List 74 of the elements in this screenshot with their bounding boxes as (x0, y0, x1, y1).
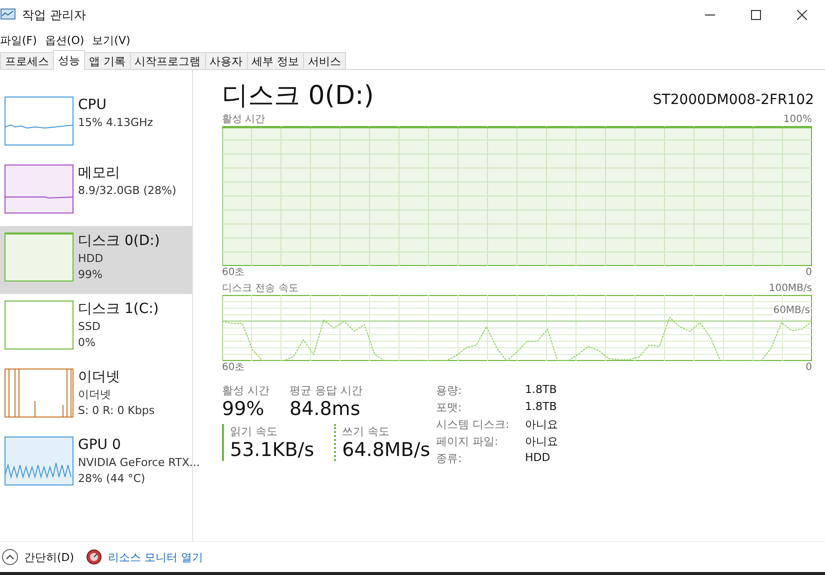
device-detail: HDD (78, 251, 104, 267)
sparkline-icon (4, 96, 74, 146)
tab[interactable]: 사용자 (204, 52, 248, 69)
tab[interactable]: 성능 (53, 50, 85, 70)
chevron-up-icon (2, 549, 18, 565)
sparkline-icon (4, 164, 74, 214)
property-label: 종류: (436, 451, 463, 466)
sidebar-item[interactable]: 이더넷 이더넷 S: 0 R: 0 Kbps (0, 362, 192, 430)
device-detail: S: 0 R: 0 Kbps (78, 403, 155, 419)
sidebar-item[interactable]: 메모리 8.9/32.0GB (28%) (0, 158, 192, 226)
stat-label: 활성 시간 (222, 383, 270, 398)
property-value: 1.8TB (525, 383, 558, 398)
tab[interactable]: 앱 기록 (84, 52, 130, 69)
menu-item[interactable]: 보기(V) (92, 32, 130, 48)
tab[interactable]: 시작프로그램 (130, 52, 206, 69)
device-detail: 99% (78, 267, 104, 283)
sparkline-icon (4, 436, 74, 486)
stat-value: 84.8ms (290, 398, 362, 420)
chart-label: 활성 시간 (222, 113, 266, 126)
stat-value: 64.8MB/s (342, 439, 430, 461)
disk-title: 디스크 0(D:) (222, 80, 374, 113)
collapse-button[interactable]: 간단히(D) (0, 549, 74, 565)
property-label: 페이지 파일: (436, 434, 500, 449)
axis-max-label: 100MB/s (768, 282, 812, 295)
resource-monitor-icon (86, 549, 102, 565)
close-icon (797, 10, 807, 20)
axis-min-label: 0 (806, 266, 812, 279)
property-label: 포맷: (436, 400, 463, 415)
device-detail: SSD (78, 319, 102, 335)
device-detail: 8.9/32.0GB (28%) (78, 183, 176, 199)
device-name: CPU (78, 96, 108, 115)
axis-time-label: 60초 (222, 266, 245, 279)
device-name: 이더넷 (78, 368, 121, 387)
tab[interactable]: 프로세스 (0, 52, 54, 69)
tab[interactable]: 세부 정보 (246, 52, 304, 69)
property-value: 아니요 (525, 434, 558, 449)
app-icon (0, 8, 16, 22)
menu-item[interactable]: 파일(F) (0, 32, 37, 48)
device-name: GPU 0 (78, 436, 122, 455)
sidebar-item[interactable]: 디스크 1(C:) SSD 0% (0, 294, 192, 362)
axis-time-label: 60초 (222, 361, 245, 374)
menu-item[interactable]: 옵션(O) (44, 32, 84, 48)
device-detail: NVIDIA GeForce RTX... (78, 455, 200, 471)
device-name: 디스크 0(D:) (78, 232, 160, 251)
resource-monitor-link[interactable]: 리소스 모니터 열기 (108, 550, 204, 564)
device-detail: 0% (78, 335, 96, 351)
stat-value: 53.1KB/s (230, 439, 314, 461)
stat-value: 99% (222, 398, 266, 420)
sparkline-icon (4, 300, 74, 350)
device-name: 메모리 (78, 164, 121, 183)
device-detail: 28% (44 °C) (78, 471, 146, 487)
maximize-icon (751, 10, 761, 20)
stat-label: 쓰기 속도 (342, 424, 391, 439)
axis-mid-label: 60MB/s (773, 305, 810, 316)
property-value: 아니요 (525, 417, 558, 432)
tab[interactable]: 서비스 (303, 52, 346, 69)
sparkline-icon (4, 368, 74, 418)
disk-model: ST2000DM008-2FR102 (652, 92, 814, 108)
sidebar-item[interactable]: 디스크 0(D:) HDD 99% (0, 226, 192, 294)
window-title: 작업 관리자 (22, 6, 86, 24)
stat-label: 읽기 속도 (230, 424, 278, 439)
device-detail: 이더넷 (78, 387, 112, 403)
sparkline-icon (4, 232, 74, 282)
property-label: 시스템 디스크: (436, 417, 510, 432)
stat-label: 평균 응답 시간 (290, 383, 362, 398)
property-value: 1.8TB (525, 400, 558, 415)
device-name: 디스크 1(C:) (78, 300, 159, 319)
property-label: 용량: (436, 383, 463, 398)
property-value: HDD (525, 451, 552, 466)
chart-label: 디스크 전송 속도 (222, 282, 298, 295)
axis-min-label: 0 (806, 361, 812, 374)
sidebar-item[interactable]: CPU 15% 4.13GHz (0, 90, 192, 158)
device-detail: 15% 4.13GHz (78, 115, 154, 131)
axis-max-label: 100% (783, 113, 812, 126)
